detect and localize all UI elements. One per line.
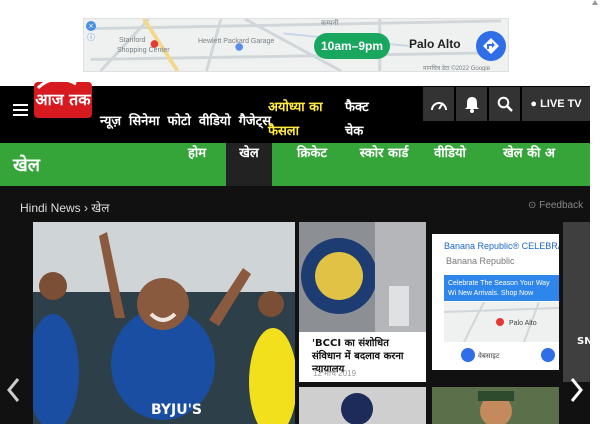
logo-text: आज तक: [35, 90, 91, 109]
section-title: खेल: [13, 155, 40, 176]
ad-banner[interactable]: Celebrate The Season Your Way Wi New Arr…: [444, 275, 559, 301]
bell-icon: [464, 97, 479, 113]
breadcrumb-home[interactable]: Hindi News: [20, 201, 81, 215]
svg-text:BYJU'S: BYJU'S: [151, 402, 202, 418]
nav-ayodhya-line1: अयोध्या का: [268, 100, 323, 115]
tab-cricket[interactable]: क्रिकेट: [288, 143, 336, 186]
news-card-player[interactable]: [432, 387, 559, 424]
nav-item-gadgets[interactable]: गैजेट्स: [239, 111, 271, 129]
tab-sports[interactable]: खेल: [226, 143, 272, 186]
tab-more-sports[interactable]: खेल की अ: [494, 143, 564, 186]
nav-item-video[interactable]: वीडियो: [199, 111, 231, 129]
search-icon: [497, 96, 513, 112]
aaj-tak-logo[interactable]: आज तक: [32, 74, 96, 124]
directions-icon: [483, 38, 499, 54]
store-city: Palo Alto: [409, 37, 461, 51]
live-tv-button[interactable]: ● LIVE TV: [522, 87, 590, 121]
main-nav: न्यूज़ सिनेमा फोटो वीडियो गैजेट्स: [100, 108, 279, 132]
nav-fact-line2: चेक: [345, 124, 364, 139]
scroll-up-icon[interactable]: [592, 0, 598, 5]
map-data-label: मानचित्र डेटा ©2022 Google: [423, 66, 491, 72]
feedback-link[interactable]: ⊙ Feedback: [528, 200, 583, 211]
menu-icon[interactable]: [13, 104, 28, 117]
carousel-next-icon[interactable]: [566, 376, 586, 404]
scrollbar[interactable]: [590, 86, 600, 424]
top-ad[interactable]: Stanford Shopping Center Hewlett Packard…: [83, 18, 509, 72]
nav-item-cinema[interactable]: सिनेमा: [129, 111, 160, 129]
carousel-prev-icon[interactable]: [5, 376, 23, 404]
search-button[interactable]: [489, 87, 520, 121]
nav-fact-line1: फैक्ट: [345, 100, 369, 115]
breadcrumb: Hindi News › खेल: [20, 199, 109, 216]
side-card-text: SN: [577, 336, 590, 347]
tab-home[interactable]: होम: [184, 143, 210, 186]
nav-item-ayodhya[interactable]: अयोध्या का फैसला: [268, 96, 350, 144]
news-card-cricket[interactable]: [299, 387, 426, 424]
tab-video[interactable]: वीडियो: [431, 143, 469, 186]
ad-subtitle: Banana Republic: [446, 256, 515, 266]
nav-item-photo[interactable]: फोटो: [168, 111, 191, 129]
feedback-icon: ⊙: [528, 200, 540, 211]
live-dot-icon: ●: [530, 98, 538, 110]
store-hours: 10am–9pm: [314, 33, 390, 59]
map-label: Stanford: [119, 37, 146, 44]
ad-actions: वेबसाइट: [444, 342, 559, 370]
nav-ayodhya-line2: फैसला: [268, 124, 299, 139]
live-tv-label: LIVE TV: [540, 98, 582, 110]
card-date: 12 मार्च 2019: [313, 369, 357, 378]
info-icon[interactable]: ⓘ: [86, 33, 96, 43]
nav-item-fact-check[interactable]: फैक्ट चेक: [345, 96, 385, 144]
speed-button[interactable]: [423, 87, 454, 121]
section-subnav: खेल होम खेल क्रिकेट स्कोर कार्ड वीडियो ख…: [0, 143, 590, 186]
close-icon[interactable]: ×: [86, 21, 96, 31]
page: Stanford Shopping Center Hewlett Packard…: [0, 0, 600, 424]
hero-image-card[interactable]: BYJU'S: [33, 222, 295, 424]
directions-button[interactable]: [476, 31, 506, 61]
ad-map: Palo Alto: [443, 301, 559, 343]
tab-scorecard[interactable]: स्कोर कार्ड: [349, 143, 419, 186]
ad-website-label: वेबसाइट: [478, 351, 500, 360]
banana-republic-ad[interactable]: Banana Republic® CELEBRATE Banana Republ…: [432, 234, 559, 370]
notifications-button[interactable]: [456, 87, 487, 121]
map-label: कम्पनी: [321, 20, 339, 27]
cricketers-celebrating-image: BYJU'S: [33, 222, 295, 424]
side-news-card[interactable]: SN: [563, 222, 590, 382]
ad-title[interactable]: Banana Republic® CELEBRATE: [444, 241, 559, 251]
map-label: Hewlett Packard Garage: [198, 38, 275, 45]
news-card-bcci[interactable]: 'BCCI का संशोधित संविधान में बदलाव करना …: [299, 222, 426, 382]
map-label: Shopping Center: [117, 47, 170, 54]
breadcrumb-current: खेल: [91, 201, 110, 215]
speed-icon: [430, 102, 447, 111]
ad-map-city: Palo Alto: [509, 320, 537, 327]
nav-item-news[interactable]: न्यूज़: [100, 111, 121, 129]
bcci-logo-image: [299, 222, 426, 332]
feedback-label: Feedback: [539, 200, 584, 211]
